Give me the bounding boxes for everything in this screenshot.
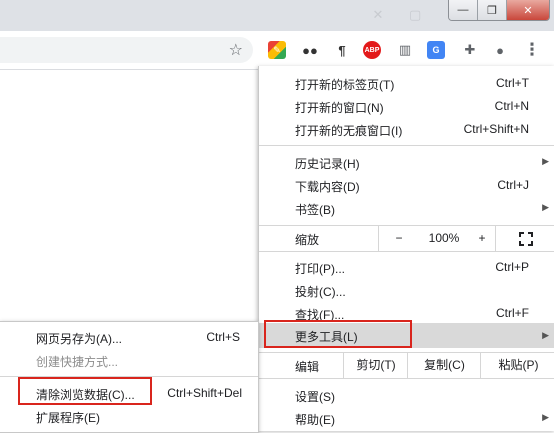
menu-label: 打开新的标签页(T): [295, 78, 395, 92]
paste-button[interactable]: 粘贴(P): [480, 353, 554, 378]
menu-item-new-incognito[interactable]: 打开新的无痕窗口(I) Ctrl+Shift+N: [259, 118, 554, 141]
menu-label: 打开新的窗口(N): [295, 101, 384, 115]
menu-divider: [259, 378, 554, 379]
menu-item-new-tab[interactable]: 打开新的标签页(T) Ctrl+T: [259, 72, 554, 95]
tampermonkey-icon[interactable]: ●●: [301, 41, 319, 59]
menu-shortcut: Ctrl+S: [206, 330, 240, 344]
ghost-maximize-icon: ▢: [409, 7, 422, 22]
menu-shortcut: Ctrl+T: [496, 76, 529, 90]
adblock-plus-icon[interactable]: ABP: [363, 41, 381, 59]
menu-item-bookmarks[interactable]: 书签(B) ▶: [259, 197, 554, 220]
menu-label: 书签(B): [295, 203, 335, 217]
edit-row: 编辑 剪切(T) 复制(C) 粘贴(P): [259, 353, 554, 378]
menu-shortcut: Ctrl+Shift+Del: [167, 386, 242, 400]
menu-label: 历史记录(H): [295, 157, 360, 171]
menu-label: 网页另存为(A)...: [36, 332, 122, 346]
menu-label: 下载内容(D): [295, 180, 360, 194]
browser-toolbar: ☆ ✎ ●● ¶ ABP ▥ G ✚ ● ⋮: [0, 31, 554, 70]
menu-item-cast[interactable]: 投射(C)...: [259, 279, 554, 302]
menu-shortcut: Ctrl+N: [494, 99, 529, 113]
zoom-out-button[interactable]: −: [378, 226, 419, 251]
menu-shortcut: Ctrl+J: [497, 178, 529, 192]
highlight-clear-browsing-data: [18, 377, 152, 405]
window-controls: — ❐ ✕: [448, 0, 550, 21]
menu-label: 创建快捷方式...: [36, 355, 119, 369]
zoom-level: 100%: [428, 231, 460, 245]
chrome-main-menu: 打开新的标签页(T) Ctrl+T 打开新的窗口(N) Ctrl+N 打开新的无…: [258, 66, 554, 431]
chevron-right-icon: ▶: [542, 202, 549, 212]
chevron-right-icon: ▶: [542, 412, 549, 422]
menu-label: 扩展程序(E): [36, 411, 100, 425]
menu-item-history[interactable]: 历史记录(H) ▶: [259, 151, 554, 174]
star-icon[interactable]: ☆: [229, 40, 243, 60]
cut-button[interactable]: 剪切(T): [343, 353, 408, 378]
zoom-row: 缩放 − 100% +: [259, 226, 554, 251]
fullscreen-icon: [519, 231, 533, 246]
google-translate-icon[interactable]: G: [427, 41, 445, 59]
maximize-button[interactable]: ❐: [478, 0, 507, 20]
submenu-item-create-shortcut: 创建快捷方式...: [0, 349, 258, 372]
profile-avatar-icon[interactable]: ●: [491, 41, 509, 59]
minimize-button[interactable]: —: [449, 0, 478, 20]
menu-item-downloads[interactable]: 下载内容(D) Ctrl+J: [259, 174, 554, 197]
chevron-right-icon: ▶: [542, 156, 549, 166]
close-button[interactable]: ✕: [507, 0, 549, 20]
ghost-close-icon: ✕: [372, 7, 384, 22]
menu-shortcut: Ctrl+Shift+N: [463, 122, 529, 136]
copy-button[interactable]: 复制(C): [407, 353, 481, 378]
menu-item-new-window[interactable]: 打开新的窗口(N) Ctrl+N: [259, 95, 554, 118]
menu-label: 帮助(E): [295, 413, 335, 427]
google-keep-icon[interactable]: ✎: [268, 41, 286, 59]
zoom-label: 缩放: [295, 233, 320, 247]
highlight-more-tools: [264, 320, 412, 348]
kebab-menu-icon[interactable]: ⋮: [523, 40, 541, 59]
menu-item-settings[interactable]: 设置(S): [259, 384, 554, 407]
extensions-puzzle-icon[interactable]: ✚: [461, 41, 479, 59]
menu-label: 设置(S): [295, 390, 335, 404]
reader-mode-icon[interactable]: ▥: [396, 41, 414, 59]
zoom-in-button[interactable]: +: [470, 226, 494, 251]
text-formatting-icon[interactable]: ¶: [333, 41, 351, 59]
menu-item-help[interactable]: 帮助(E) ▶: [259, 407, 554, 430]
title-bar: ✕ ▢ — ❐ ✕: [0, 0, 554, 31]
menu-label: 投射(C)...: [295, 285, 346, 299]
submenu-item-save-page[interactable]: 网页另存为(A)... Ctrl+S: [0, 326, 258, 349]
menu-divider: [259, 145, 554, 146]
submenu-item-extensions[interactable]: 扩展程序(E): [0, 405, 258, 428]
menu-shortcut: Ctrl+F: [496, 306, 529, 320]
fullscreen-button[interactable]: [495, 226, 554, 251]
address-bar[interactable]: ☆: [0, 37, 253, 63]
menu-label: 打印(P)...: [295, 262, 345, 276]
chevron-right-icon: ▶: [542, 330, 549, 340]
menu-divider: [259, 251, 554, 252]
menu-label: 打开新的无痕窗口(I): [295, 124, 403, 138]
edit-label: 编辑: [295, 360, 320, 374]
menu-item-print[interactable]: 打印(P)... Ctrl+P: [259, 256, 554, 279]
menu-shortcut: Ctrl+P: [495, 260, 529, 274]
